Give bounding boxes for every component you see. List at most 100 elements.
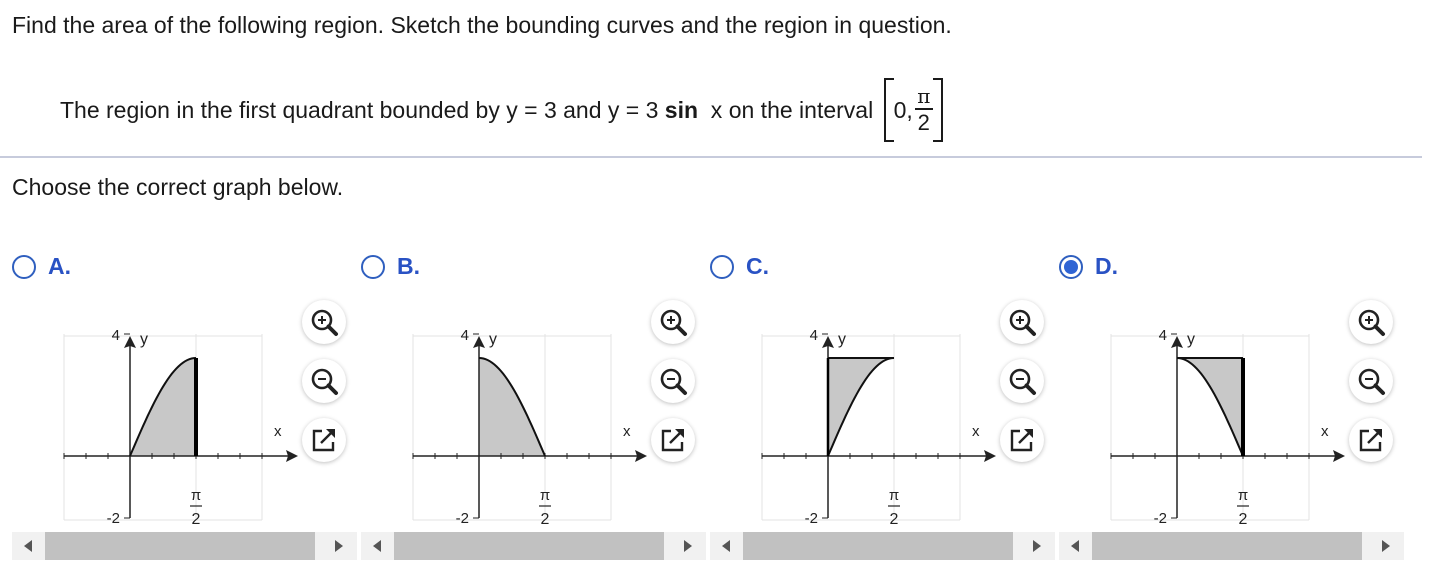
interval-start: 0, [893, 96, 913, 123]
right-bracket [932, 78, 943, 142]
region-description: The region in the first quadrant bounded… [60, 78, 943, 142]
zoom-in-button[interactable] [651, 300, 695, 344]
scroll-thumb[interactable] [1092, 532, 1362, 560]
y-tick-label-bottom: -2 [1154, 510, 1167, 526]
x-axis-label: x [623, 423, 631, 440]
x-tick-pi: π [540, 487, 550, 504]
horizontal-scrollbar[interactable] [1059, 532, 1404, 560]
open-new-window-button[interactable] [651, 418, 695, 462]
open-new-window-icon [661, 429, 684, 452]
x-tick-pi: π [889, 487, 899, 504]
scroll-thumb[interactable] [743, 532, 1013, 560]
x-tick-pi: π [1238, 487, 1248, 504]
scroll-right-arrow-icon[interactable] [1382, 540, 1390, 552]
fraction-numerator: π [917, 84, 931, 108]
y-axis-label: y [489, 331, 497, 348]
zoom-out-button[interactable] [302, 359, 346, 403]
radio-button[interactable] [710, 254, 734, 279]
horizontal-scrollbar[interactable] [361, 532, 706, 560]
option-letter: D. [1095, 253, 1118, 279]
scroll-thumb[interactable] [45, 532, 315, 560]
scroll-right-arrow-icon[interactable] [684, 540, 692, 552]
scroll-left-arrow-icon[interactable] [1071, 540, 1079, 552]
zoom-out-icon [311, 368, 338, 395]
y-tick-label-top: 4 [112, 327, 120, 344]
option-header[interactable]: D. [1059, 253, 1118, 280]
open-new-window-button[interactable] [302, 418, 346, 462]
y-tick-label-bottom: -2 [107, 510, 120, 526]
zoom-out-button[interactable] [1349, 359, 1393, 403]
scroll-right-arrow-icon[interactable] [1033, 540, 1041, 552]
open-new-window-icon [312, 429, 335, 452]
interval-expression: 0, π 2 [883, 78, 943, 142]
region-text-2: x on the interval [698, 96, 880, 123]
y-tick-label-bottom: -2 [456, 510, 469, 526]
option-a: A. y x 4 -2 π 2 [12, 248, 357, 570]
option-letter: B. [397, 253, 420, 279]
x-tick-two: 2 [541, 511, 550, 526]
x-axis-label: x [1321, 423, 1329, 440]
zoom-in-button[interactable] [1000, 300, 1044, 344]
zoom-out-icon [1009, 368, 1036, 395]
zoom-in-button[interactable] [1349, 300, 1393, 344]
graph: y x 4 -2 π 2 [1110, 327, 1345, 526]
open-new-window-button[interactable] [1349, 418, 1393, 462]
handle [1024, 383, 1036, 395]
graph: y x 4 -2 π 2 [63, 327, 298, 526]
option-letter: C. [746, 253, 769, 279]
scroll-left-arrow-icon[interactable] [373, 540, 381, 552]
region-text-bold: sin [664, 96, 699, 123]
x-tick-two: 2 [192, 511, 201, 526]
instruction-text: Find the area of the following region. S… [12, 12, 952, 38]
scroll-left-arrow-icon[interactable] [722, 540, 730, 552]
option-header[interactable]: C. [710, 253, 769, 280]
radio-button[interactable] [12, 254, 36, 279]
horizontal-scrollbar[interactable] [710, 532, 1055, 560]
handle [1373, 324, 1385, 336]
scroll-right-arrow-icon[interactable] [335, 540, 343, 552]
x-tick-two: 2 [1239, 511, 1248, 526]
option-header[interactable]: B. [361, 253, 420, 280]
option-letter: A. [48, 253, 71, 279]
y-axis-label: y [838, 331, 846, 348]
handle [1373, 383, 1385, 395]
open-new-window-button[interactable] [1000, 418, 1044, 462]
handle [1024, 324, 1036, 336]
option-header[interactable]: A. [12, 253, 71, 280]
region-text-1: The region in the first quadrant bounded… [60, 96, 665, 123]
shaded-region [1177, 358, 1243, 456]
radio-selected-dot [1064, 259, 1078, 274]
radio-button[interactable] [1059, 254, 1083, 279]
option-d: D. y x 4 -2 π 2 [1059, 248, 1404, 570]
zoom-out-button[interactable] [1000, 359, 1044, 403]
zoom-in-icon [311, 309, 338, 336]
y-tick-label-top: 4 [461, 327, 469, 344]
x-axis-label: x [972, 423, 980, 440]
option-c: C. y x 4 -2 π 2 [710, 248, 1055, 570]
interval-fraction: π 2 [914, 84, 933, 135]
x-tick-pi: π [191, 487, 201, 504]
shaded-region [479, 358, 545, 456]
zoom-in-icon [1009, 309, 1036, 336]
scroll-thumb[interactable] [394, 532, 664, 560]
zoom-in-button[interactable] [302, 300, 346, 344]
shaded-region [828, 358, 894, 456]
x-axis-label: x [274, 423, 282, 440]
shaded-region [130, 358, 196, 456]
zoom-out-icon [1358, 368, 1385, 395]
fraction-denominator: 2 [917, 110, 930, 135]
open-new-window-icon [1010, 429, 1033, 452]
scroll-left-arrow-icon[interactable] [24, 540, 32, 552]
zoom-in-icon [660, 309, 687, 336]
y-tick-label-bottom: -2 [805, 510, 818, 526]
zoom-in-icon [1358, 309, 1385, 336]
x-tick-two: 2 [890, 511, 899, 526]
horizontal-scrollbar[interactable] [12, 532, 357, 560]
graph: y x 4 -2 π 2 [761, 327, 996, 526]
open-new-window-icon [1359, 429, 1382, 452]
y-tick-label-top: 4 [1159, 327, 1167, 344]
section-divider [0, 156, 1422, 158]
zoom-out-button[interactable] [651, 359, 695, 403]
y-axis-label: y [140, 331, 148, 348]
radio-button[interactable] [361, 254, 385, 279]
